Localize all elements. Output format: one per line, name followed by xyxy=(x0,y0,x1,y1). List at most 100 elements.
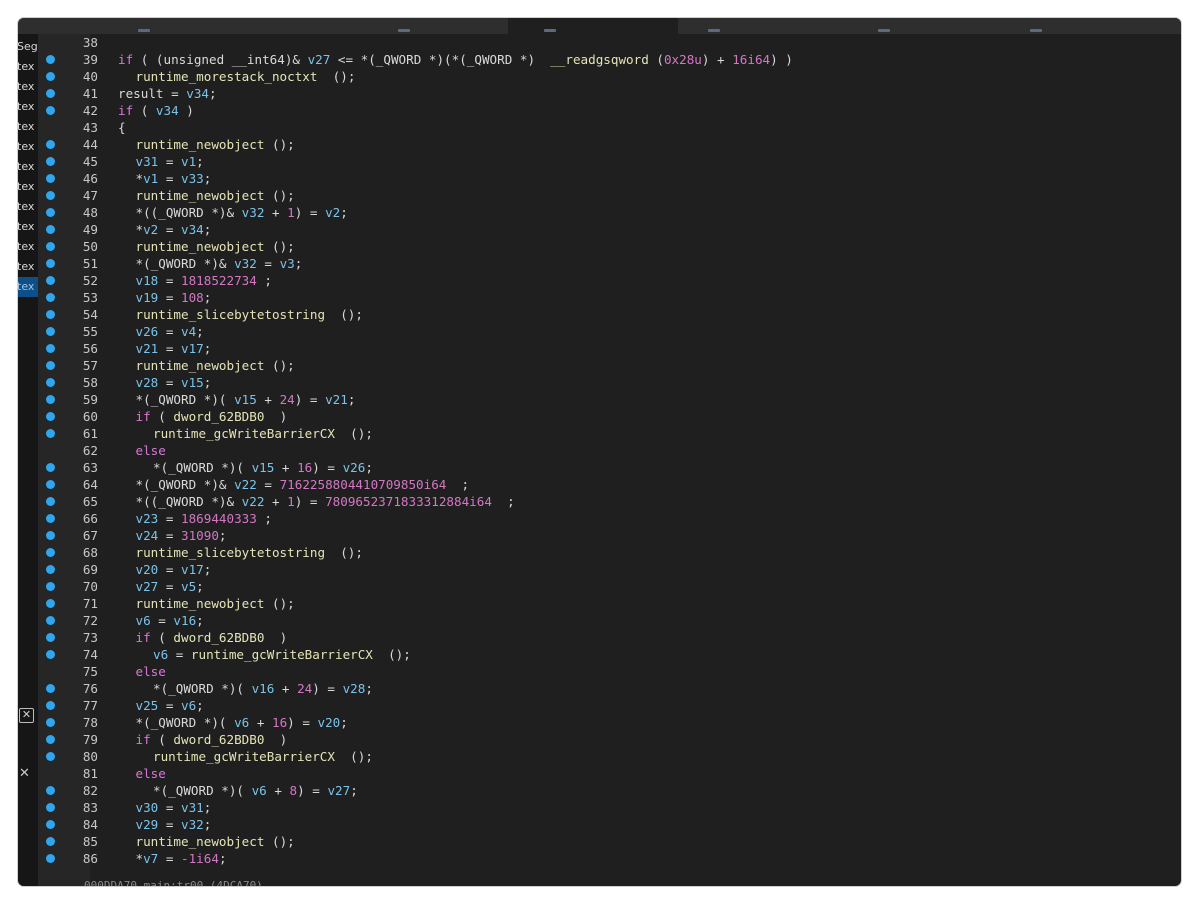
token-function[interactable]: runtime_newobject xyxy=(136,358,265,373)
token-variable[interactable]: v6 xyxy=(153,647,168,662)
code-line[interactable]: 63 *(_QWORD *)( v15 + 16) = v26; xyxy=(38,459,1181,476)
segment-item[interactable]: tex xyxy=(18,97,38,117)
breakpoint-dot-icon[interactable] xyxy=(46,548,55,557)
segment-item[interactable]: tex xyxy=(18,197,38,217)
code-line[interactable]: 74 v6 = runtime_gcWriteBarrierCX (); xyxy=(38,646,1181,663)
code-line[interactable]: 43 { xyxy=(38,119,1181,136)
breakpoint-dot-icon[interactable] xyxy=(46,735,55,744)
token-function[interactable]: runtime_gcWriteBarrierCX xyxy=(153,426,335,441)
breakpoint-dot-icon[interactable] xyxy=(46,174,55,183)
segment-item[interactable]: tex xyxy=(18,57,38,77)
token-variable[interactable]: v1 xyxy=(143,171,158,186)
token-variable[interactable]: v25 xyxy=(136,698,159,713)
breakpoint-dot-icon[interactable] xyxy=(46,786,55,795)
code-line[interactable]: 83 v30 = v31; xyxy=(38,799,1181,816)
breakpoint-dot-icon[interactable] xyxy=(46,582,55,591)
token-variable[interactable]: v20 xyxy=(318,715,341,730)
code-line[interactable]: 82 *(_QWORD *)( v6 + 8) = v27; xyxy=(38,782,1181,799)
code-line[interactable]: 45 v31 = v1; xyxy=(38,153,1181,170)
breakpoint-dot-icon[interactable] xyxy=(46,89,55,98)
code-line[interactable]: 65 *((_QWORD *)& v22 + 1) = 7809652371833… xyxy=(38,493,1181,510)
segment-item[interactable]: tex xyxy=(18,77,38,97)
breakpoint-dot-icon[interactable] xyxy=(46,429,55,438)
code-line[interactable]: 85 runtime_newobject (); xyxy=(38,833,1181,850)
code-line[interactable]: 47 runtime_newobject (); xyxy=(38,187,1181,204)
token-variable[interactable]: v22 xyxy=(234,477,257,492)
code-line[interactable]: 80 runtime_gcWriteBarrierCX (); xyxy=(38,748,1181,765)
code-line[interactable]: 46 *v1 = v33; xyxy=(38,170,1181,187)
breakpoint-dot-icon[interactable] xyxy=(46,803,55,812)
breakpoint-dot-icon[interactable] xyxy=(46,361,55,370)
token-variable[interactable]: v26 xyxy=(343,460,366,475)
breakpoint-dot-icon[interactable] xyxy=(46,684,55,693)
code-line[interactable]: 55 v26 = v4; xyxy=(38,323,1181,340)
token-variable[interactable]: v6 xyxy=(136,613,151,628)
code-line[interactable]: 61 runtime_gcWriteBarrierCX (); xyxy=(38,425,1181,442)
code-line[interactable]: 68 runtime_slicebytetostring (); xyxy=(38,544,1181,561)
breakpoint-dot-icon[interactable] xyxy=(46,242,55,251)
token-variable[interactable]: v2 xyxy=(325,205,340,220)
token-function[interactable]: dword_62BDB0 xyxy=(173,630,264,645)
code-line[interactable]: 38 xyxy=(38,34,1181,51)
token-variable[interactable]: v20 xyxy=(136,562,159,577)
tab[interactable] xyxy=(168,18,358,34)
breakpoint-dot-icon[interactable] xyxy=(46,854,55,863)
code-line[interactable]: 51 *(_QWORD *)& v32 = v3; xyxy=(38,255,1181,272)
breakpoint-dot-icon[interactable] xyxy=(46,752,55,761)
tab[interactable] xyxy=(678,18,848,34)
breakpoint-dot-icon[interactable] xyxy=(46,276,55,285)
segment-item[interactable]: tex xyxy=(18,277,38,297)
code-line[interactable]: 77 v25 = v6; xyxy=(38,697,1181,714)
breakpoint-dot-icon[interactable] xyxy=(46,820,55,829)
token-function[interactable]: runtime_newobject xyxy=(136,188,265,203)
code-line[interactable]: 86 *v7 = -1i64; xyxy=(38,850,1181,867)
breakpoint-dot-icon[interactable] xyxy=(46,650,55,659)
code-line[interactable]: 78 *(_QWORD *)( v6 + 16) = v20; xyxy=(38,714,1181,731)
tab-pseudocode[interactable] xyxy=(508,18,678,34)
close-icon[interactable]: ✕ xyxy=(19,766,30,781)
breakpoint-dot-icon[interactable] xyxy=(46,514,55,523)
breakpoint-dot-icon[interactable] xyxy=(46,463,55,472)
code-line[interactable]: 54 runtime_slicebytetostring (); xyxy=(38,306,1181,323)
code-line[interactable]: 39 if ( (unsigned __int64)& v27 <= *(_QWO… xyxy=(38,51,1181,68)
breakpoint-dot-icon[interactable] xyxy=(46,378,55,387)
tab[interactable] xyxy=(18,18,168,34)
token-function[interactable]: dword_62BDB0 xyxy=(173,732,264,747)
code-line[interactable]: 67 v24 = 31090; xyxy=(38,527,1181,544)
token-variable[interactable]: v29 xyxy=(136,817,159,832)
token-variable[interactable]: v21 xyxy=(325,392,348,407)
breakpoint-dot-icon[interactable] xyxy=(46,344,55,353)
token-variable[interactable]: v6 xyxy=(181,698,196,713)
code-line[interactable]: 70 v27 = v5; xyxy=(38,578,1181,595)
code-line[interactable]: 52 v18 = 1818522734 ; xyxy=(38,272,1181,289)
code-line[interactable]: 56 v21 = v17; xyxy=(38,340,1181,357)
code-line[interactable]: 69 v20 = v17; xyxy=(38,561,1181,578)
breakpoint-dot-icon[interactable] xyxy=(46,310,55,319)
token-variable[interactable]: v28 xyxy=(343,681,366,696)
token-variable[interactable]: v6 xyxy=(252,783,267,798)
code-line[interactable]: 40 runtime_morestack_noctxt (); xyxy=(38,68,1181,85)
code-line[interactable]: 50 runtime_newobject (); xyxy=(38,238,1181,255)
code-line[interactable]: 81 else xyxy=(38,765,1181,782)
token-variable[interactable]: v30 xyxy=(136,800,159,815)
token-function[interactable]: runtime_newobject xyxy=(136,834,265,849)
code-line[interactable]: 42 if ( v34 ) xyxy=(38,102,1181,119)
token-variable[interactable]: v27 xyxy=(308,52,331,67)
segment-item[interactable]: tex xyxy=(18,257,38,277)
breakpoint-dot-icon[interactable] xyxy=(46,633,55,642)
token-function[interactable]: runtime_gcWriteBarrierCX xyxy=(191,647,373,662)
code-line[interactable]: 53 v19 = 108; xyxy=(38,289,1181,306)
segment-item[interactable]: tex xyxy=(18,117,38,137)
code-line[interactable]: 58 v28 = v15; xyxy=(38,374,1181,391)
token-variable[interactable]: v27 xyxy=(327,783,350,798)
breakpoint-dot-icon[interactable] xyxy=(46,208,55,217)
token-function[interactable]: runtime_newobject xyxy=(136,239,265,254)
code-line[interactable]: 71 runtime_newobject (); xyxy=(38,595,1181,612)
token-variable[interactable]: v23 xyxy=(136,511,159,526)
token-variable[interactable]: v31 xyxy=(181,800,204,815)
token-variable[interactable]: v33 xyxy=(181,171,204,186)
code-line[interactable]: 75 else xyxy=(38,663,1181,680)
token-variable[interactable]: v27 xyxy=(136,579,159,594)
code-line[interactable]: 73 if ( dword_62BDB0 ) xyxy=(38,629,1181,646)
code-line[interactable]: 60 if ( dword_62BDB0 ) xyxy=(38,408,1181,425)
